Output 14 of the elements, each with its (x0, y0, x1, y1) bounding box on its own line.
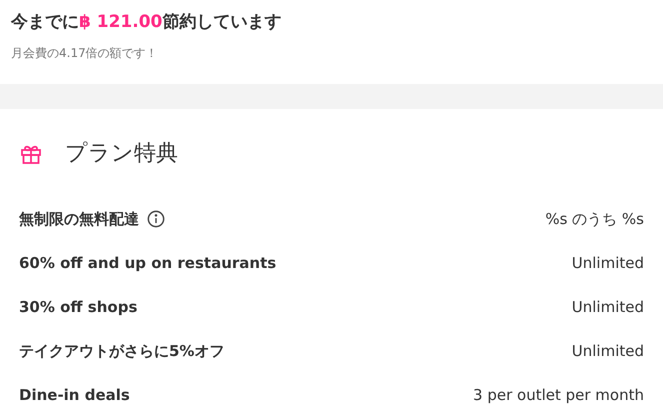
benefit-value: Unlimited (572, 296, 644, 318)
benefit-label: Dine-in deals (19, 384, 130, 406)
savings-subtitle: 月会費の4.17倍の額です！ (11, 44, 159, 62)
benefit-label: 60% off and up on restaurants (19, 252, 276, 274)
benefits-title: プラン特典 (65, 140, 178, 168)
benefit-value: %s のうち %s (545, 208, 644, 230)
savings-headline: 今までに฿ 121.00節約しています (11, 11, 282, 34)
benefit-label: テイクアウトがさらに5%オフ (19, 340, 224, 362)
benefit-label: 無制限の無料配達 (19, 208, 139, 230)
benefit-value: Unlimited (572, 252, 644, 274)
benefit-value: 3 per outlet per month (473, 384, 644, 406)
info-icon[interactable] (147, 210, 165, 228)
benefit-value: Unlimited (572, 340, 644, 362)
benefit-label: 30% off shops (19, 296, 138, 318)
